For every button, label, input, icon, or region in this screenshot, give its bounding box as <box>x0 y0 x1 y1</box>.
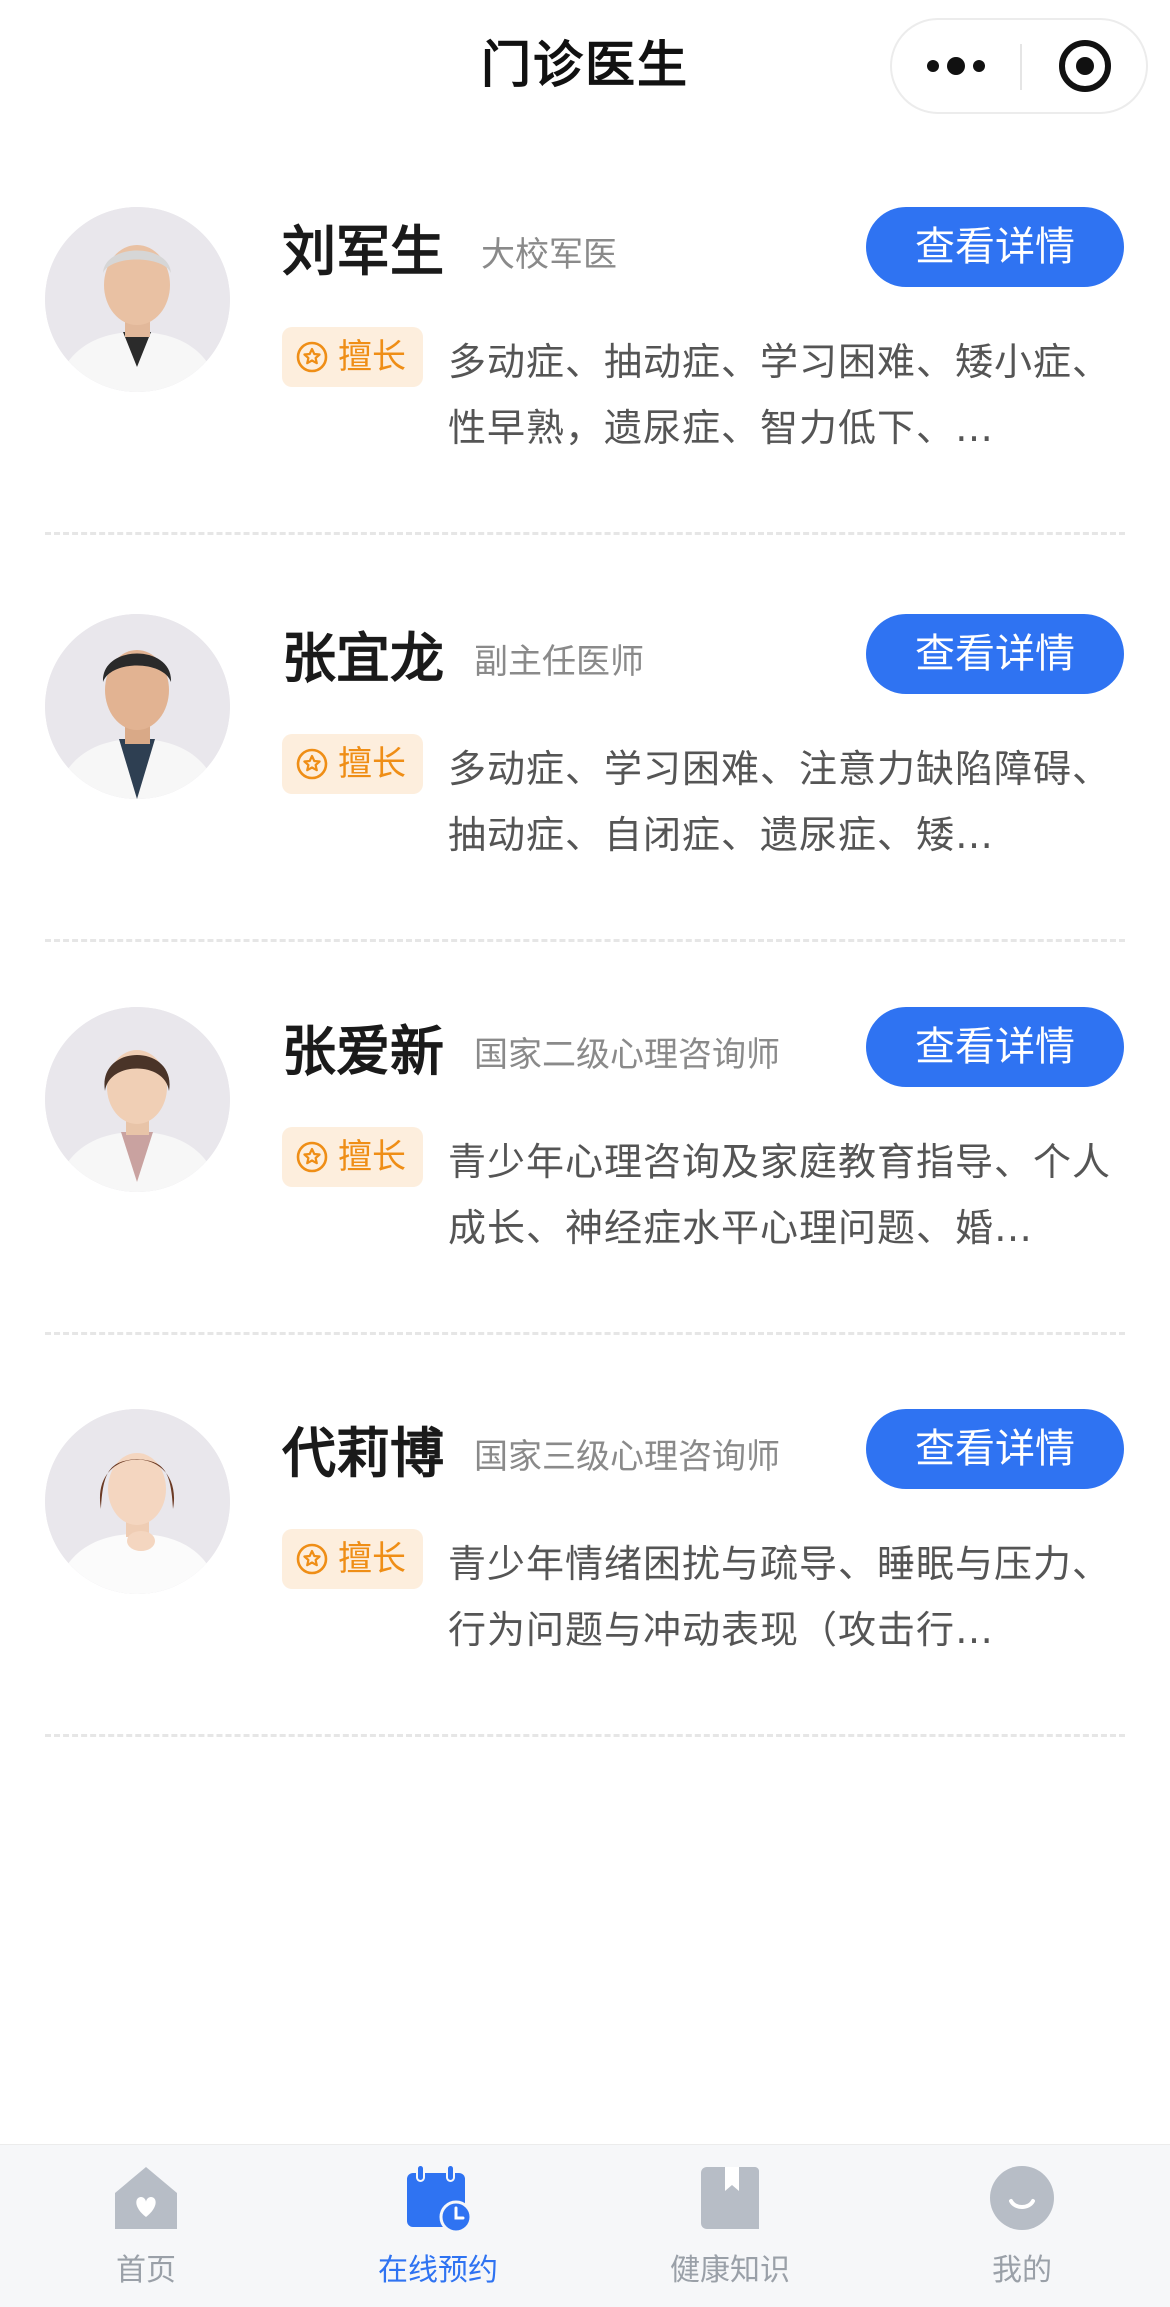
doctor-name: 张爱新 <box>282 1020 444 1083</box>
doctor-title: 副主任医师 <box>474 642 644 682</box>
more-button[interactable] <box>892 20 1020 112</box>
tab-health-knowledge[interactable]: 健康知识 <box>584 2145 876 2307</box>
view-details-button[interactable]: 查看详情 <box>866 1007 1124 1087</box>
doctor-card: 刘军生 大校军医 查看详情 擅长 多动症、抽动症、学习困难、矮小症、性早熟，遗尿… <box>0 207 1170 609</box>
specialty-tag: 擅长 <box>282 327 423 387</box>
doctor-title: 国家二级心理咨询师 <box>474 1035 780 1075</box>
tag-label: 擅长 <box>338 744 406 784</box>
view-details-button[interactable]: 查看详情 <box>866 614 1124 694</box>
doctor-avatar <box>45 1409 230 1594</box>
specialty-tag: 擅长 <box>282 734 423 794</box>
doctor-specialty: 青少年情绪困扰与疏导、睡眠与压力、行为问题与冲动表现（攻击行… <box>448 1542 1112 1652</box>
smile-face-icon <box>987 2163 1057 2233</box>
mini-program-capsule <box>890 18 1148 114</box>
tab-online-booking[interactable]: 在线预约 <box>292 2145 584 2307</box>
doctor-card: 张宜龙 副主任医师 查看详情 擅长 多动症、学习困难、注意力缺陷障碍、抽动症、自… <box>0 614 1170 1016</box>
tab-mine[interactable]: 我的 <box>876 2145 1168 2307</box>
view-details-button[interactable]: 查看详情 <box>866 1409 1124 1489</box>
tab-label: 我的 <box>992 2253 1052 2288</box>
doctor-avatar <box>45 1007 230 1192</box>
divider <box>45 939 1125 942</box>
bottom-tab-bar: 首页 在线预约 健康知识 我的 <box>0 2144 1170 2307</box>
divider <box>45 532 1125 535</box>
specialty-tag: 擅长 <box>282 1127 423 1187</box>
tab-label: 健康知识 <box>670 2253 790 2288</box>
tag-label: 擅长 <box>338 1137 406 1177</box>
award-badge-icon <box>296 1543 328 1575</box>
bookmark-icon <box>695 2163 765 2233</box>
award-badge-icon <box>296 1141 328 1173</box>
doctor-specialty: 多动症、学习困难、注意力缺陷障碍、抽动症、自闭症、遗尿症、矮… <box>448 747 1112 857</box>
doctor-title: 国家三级心理咨询师 <box>474 1437 780 1477</box>
home-icon <box>111 2163 181 2233</box>
more-dots-icon <box>927 57 985 75</box>
doctor-card: 代莉博 国家三级心理咨询师 查看详情 擅长 青少年情绪困扰与疏导、睡眠与压力、行… <box>0 1409 1170 1811</box>
tab-label: 在线预约 <box>378 2253 498 2288</box>
doctor-avatar <box>45 207 230 392</box>
award-badge-icon <box>296 341 328 373</box>
doctor-specialty: 青少年心理咨询及家庭教育指导、个人成长、神经症水平心理问题、婚… <box>448 1140 1112 1250</box>
divider <box>45 1332 1125 1335</box>
target-close-icon <box>1059 40 1111 92</box>
calendar-clock-icon <box>403 2163 473 2233</box>
specialty-tag: 擅长 <box>282 1529 423 1589</box>
view-details-button[interactable]: 查看详情 <box>866 207 1124 287</box>
doctor-name: 张宜龙 <box>282 627 444 690</box>
nav-bar: 门诊医生 <box>0 0 1170 135</box>
doctor-title: 大校军医 <box>481 235 617 275</box>
doctor-name: 刘军生 <box>282 220 444 283</box>
award-badge-icon <box>296 748 328 780</box>
doctor-card: 张爱新 国家二级心理咨询师 查看详情 擅长 青少年心理咨询及家庭教育指导、个人成… <box>0 1007 1170 1409</box>
tab-home[interactable]: 首页 <box>0 2145 292 2307</box>
doctor-name: 代莉博 <box>282 1422 444 1485</box>
close-mini-program-button[interactable] <box>1022 20 1148 112</box>
doctor-avatar <box>45 614 230 799</box>
tag-label: 擅长 <box>338 337 406 377</box>
divider <box>45 1734 1125 1737</box>
tab-label: 首页 <box>116 2253 176 2288</box>
doctor-specialty: 多动症、抽动症、学习困难、矮小症、性早熟，遗尿症、智力低下、… <box>448 340 1112 450</box>
tag-label: 擅长 <box>338 1539 406 1579</box>
